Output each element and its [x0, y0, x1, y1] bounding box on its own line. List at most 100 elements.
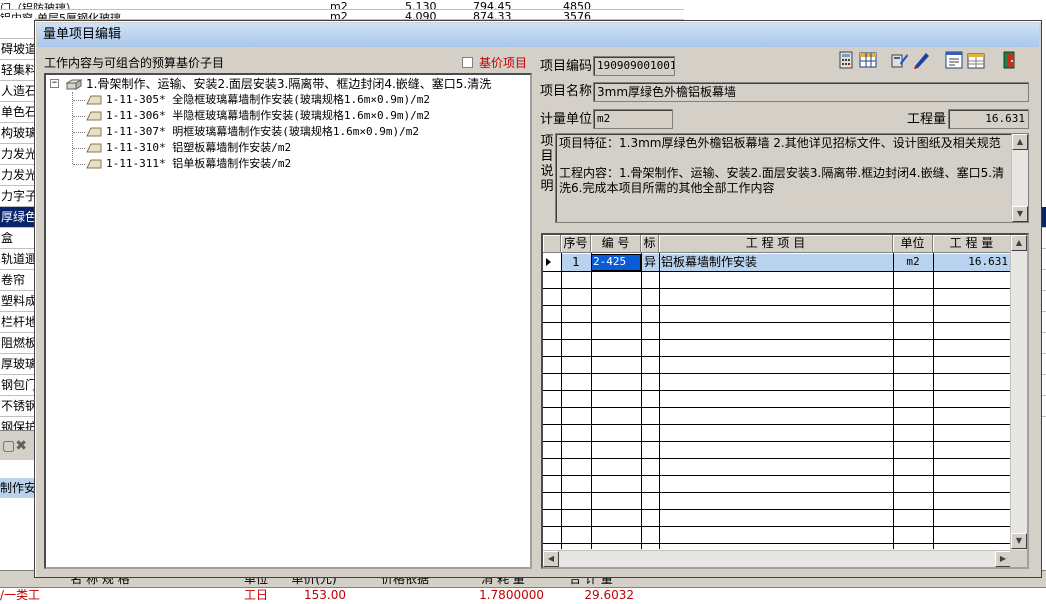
sub-item-tree[interactable]: − 1.骨架制作、运输、安装2.面层安装3.隔离带、框边封闭4.嵌缝、塞口5.清…	[44, 73, 532, 569]
exit-door-icon[interactable]	[1001, 51, 1019, 69]
bg-list-item[interactable]: 轻集料	[0, 60, 36, 81]
bg-list-item[interactable]: 厚玻璃	[0, 354, 36, 375]
tree-child-node[interactable]: 1-11-311* 铝单板幕墙制作安装/m2	[46, 156, 530, 172]
quantity-field[interactable]: 16.631	[948, 109, 1029, 129]
bg-list-item[interactable]: 栏杆地	[0, 312, 36, 333]
edit-pen-icon[interactable]	[913, 51, 931, 69]
table-icon[interactable]	[859, 51, 877, 69]
dialog-title: 量单项目编辑	[43, 27, 122, 42]
bg-list-item[interactable]: 不锈钢	[0, 396, 36, 417]
unit-field[interactable]: m2	[593, 109, 673, 129]
calculator-icon[interactable]	[837, 51, 855, 69]
grid-header-mark[interactable]: 标	[641, 235, 659, 253]
cell-code[interactable]: 2-425	[593, 254, 641, 271]
bg-list-item[interactable]: 碍坡道	[0, 39, 36, 60]
cell-quantity[interactable]: 16.631	[933, 254, 1008, 271]
grid-horizontal-scrollbar[interactable]: ◀ ▶	[543, 550, 1011, 567]
bg-left-list: 碍坡道 轻集料 人造石 单色石 构玻璃 力发光 力发光 力字子 厚绿色 盒 轨道…	[0, 18, 36, 438]
report-icon[interactable]	[945, 51, 963, 69]
bg-list-item[interactable]: 卷帘	[0, 270, 36, 291]
bg-list-item[interactable]: 塑料成	[0, 291, 36, 312]
base-price-checkbox[interactable]: 基价项目	[462, 53, 527, 73]
grid-header-code[interactable]: 编 号	[591, 235, 641, 253]
leaf-item-icon	[86, 143, 102, 153]
bg-list-item-selected[interactable]: 厚绿色	[0, 207, 36, 228]
scroll-down-icon[interactable]: ▼	[1012, 206, 1028, 222]
description-textarea[interactable]: 项目特征：1.3mm厚绿色外檐铝板幕墙 2.其他详见招标文件、设计图纸及相关规范…	[555, 133, 1029, 223]
collapse-toggle-icon[interactable]: −	[50, 79, 59, 88]
grid-row-line	[543, 475, 1011, 476]
grid-column-line	[561, 253, 562, 549]
bg-list-item[interactable]: 单色石	[0, 102, 36, 123]
grid-row-line	[543, 271, 1011, 272]
description-scrollbar[interactable]: ▲ ▼	[1011, 134, 1028, 222]
bg-cell-name: /一类工	[0, 588, 41, 602]
cell-mark[interactable]: 异	[641, 254, 659, 271]
scroll-up-icon[interactable]: ▲	[1012, 134, 1028, 150]
quantity-label: 工程量	[907, 112, 947, 127]
folder-stack-icon	[66, 79, 82, 90]
bg-list-item[interactable]: 阻燃板	[0, 333, 36, 354]
grid-row-line	[543, 288, 1011, 289]
bg-resource-row[interactable]: /一类工 工日 153.00 1.7800000 29.6032	[0, 588, 1046, 604]
tree-root-label: 1.骨架制作、运输、安装2.面层安装3.隔离带、框边封闭4.嵌缝、塞口5.清洗	[86, 77, 492, 91]
bg-list-item[interactable]: 盒	[0, 228, 36, 249]
grid-vertical-scrollbar[interactable]: ▲ ▼	[1010, 235, 1027, 550]
bg-list-item[interactable]	[0, 18, 36, 39]
base-price-label: 基价项目	[479, 56, 528, 70]
tree-child-label: 1-11-310* 铝塑板幕墙制作安装/m2	[106, 141, 292, 154]
grid-row-line	[543, 390, 1011, 391]
bg-row-total: 3576	[563, 10, 591, 20]
tree-connector	[73, 164, 85, 165]
scroll-up-icon[interactable]: ▲	[1011, 235, 1027, 251]
tree-connector	[73, 132, 85, 133]
tree-child-node[interactable]: 1-11-306* 半隐框玻璃幕墙制作安装(玻璃规格1.6m×0.9m)/m2	[46, 108, 530, 124]
grid-column-line	[591, 253, 592, 549]
scroll-down-icon[interactable]: ▼	[1011, 533, 1027, 549]
bg-list-item[interactable]: 轨道逦	[0, 249, 36, 270]
grid-column-line	[933, 253, 934, 549]
dialog-titlebar[interactable]: 量单项目编辑	[37, 23, 1039, 47]
form-grid-icon[interactable]	[967, 51, 985, 69]
bg-list-item[interactable]: 构玻璃	[0, 123, 36, 144]
tree-connector	[73, 148, 85, 149]
calc-edit-icon[interactable]	[891, 51, 909, 69]
cell-seq[interactable]: 1	[561, 254, 591, 271]
grid-row-line	[543, 492, 1011, 493]
bg-list-item[interactable]: 力字子	[0, 186, 36, 207]
grid-header-seq[interactable]: 序号	[561, 235, 591, 253]
bg-list-item[interactable]: 力发光	[0, 144, 36, 165]
cell-unit[interactable]: m2	[893, 254, 933, 271]
row-pointer-icon	[546, 258, 551, 266]
bg-list-item[interactable]: 钢包门	[0, 375, 36, 396]
bg-top-row-1: 门（铝防玻璃） m2 5.130 794.45 4850	[0, 0, 684, 10]
sub-item-grid[interactable]: 序号 编 号 标 工 程 项 目 单位 工 程 量 1 2-425 异 铝板幕墙…	[541, 233, 1029, 569]
bg-cell-unit: 工日	[243, 588, 268, 602]
bg-top-row-2: 铝内窗-单层5厚钢化玻璃 m2 4.090 874.33 3576	[0, 10, 684, 20]
name-field[interactable]: 3mm厚绿色外檐铝板幕墙	[593, 82, 1029, 102]
bg-list-item[interactable]: 力发光	[0, 165, 36, 186]
code-field[interactable]: 190909001001	[593, 56, 675, 76]
grid-header-quantity[interactable]: 工 程 量	[933, 235, 1011, 253]
grid-row-line	[543, 543, 1011, 544]
tree-child-label: 1-11-311* 铝单板幕墙制作安装/m2	[106, 157, 292, 170]
tree-child-node[interactable]: 1-11-305* 全隐框玻璃幕墙制作安装(玻璃规格1.6m×0.9m)/m2	[46, 92, 530, 108]
cell-item[interactable]: 铝板幕墙制作安装	[661, 254, 891, 271]
leaf-item-icon	[86, 127, 102, 137]
bg-list-item[interactable]: 人造石	[0, 81, 36, 102]
bill-item-edit-dialog: 量单项目编辑 工作内容与可组合的预算基价子目 基价项目 − 1.骨架制作、运输、…	[34, 20, 1042, 578]
grid-header-item[interactable]: 工 程 项 目	[659, 235, 893, 253]
tree-root-node[interactable]: − 1.骨架制作、运输、安装2.面层安装3.隔离带、框边封闭4.嵌缝、塞口5.清…	[46, 76, 530, 92]
grid-column-line	[659, 253, 660, 549]
bg-mid-row[interactable]: 制作安	[0, 478, 36, 498]
grid-corner-header	[543, 235, 561, 253]
leaf-item-icon	[86, 95, 102, 105]
bg-tool-icon[interactable]: ▢✖	[2, 438, 27, 454]
scroll-left-icon[interactable]: ◀	[543, 551, 559, 567]
scrollbar-corner	[1010, 550, 1027, 567]
tree-child-node[interactable]: 1-11-310* 铝塑板幕墙制作安装/m2	[46, 140, 530, 156]
grid-header-unit[interactable]: 单位	[893, 235, 933, 253]
checkbox-box[interactable]	[462, 57, 473, 68]
tree-child-node[interactable]: 1-11-307* 明框玻璃幕墙制作安装(玻璃规格1.6m×0.9m)/m2	[46, 124, 530, 140]
scroll-right-icon[interactable]: ▶	[995, 551, 1011, 567]
